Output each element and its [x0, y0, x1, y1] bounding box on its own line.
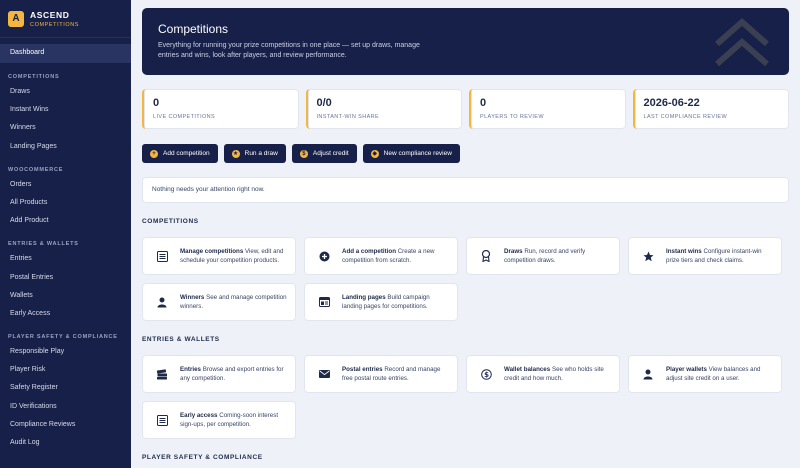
brand[interactable]: A ASCEND COMPETITIONS — [0, 0, 131, 38]
card-player-wallets[interactable]: Player wallets View balances and adjust … — [628, 355, 782, 393]
stat-value: 0/0 — [316, 97, 332, 109]
main-content: Competitions Everything for running your… — [131, 0, 800, 468]
card-title: Winners — [180, 294, 205, 301]
stat-value: 2026-06-22 — [643, 97, 700, 109]
envelope-icon — [312, 370, 336, 378]
card-winners[interactable]: Winners See and manage competition winne… — [142, 283, 296, 321]
user-icon — [150, 297, 174, 308]
sidebar-item-id-verifications[interactable]: ID Verifications — [0, 398, 131, 416]
card-landing-pages[interactable]: Landing pages Build campaign landing pag… — [304, 283, 458, 321]
sidebar: A ASCEND COMPETITIONS Dashboard COMPETIT… — [0, 0, 131, 468]
attention-notice: Nothing needs your attention right now. — [142, 177, 789, 203]
sidebar-item-dashboard[interactable]: Dashboard — [0, 44, 131, 63]
sidebar-section-woocommerce: WOOCOMMERCE — [8, 166, 64, 173]
sidebar-item-postal-entries[interactable]: Postal Entries — [0, 269, 131, 287]
brand-subtitle: COMPETITIONS — [30, 21, 80, 28]
card-draws[interactable]: Draws Run, record and verify competition… — [466, 237, 620, 275]
sidebar-item-early-access[interactable]: Early Access — [0, 305, 131, 323]
card-add-competition[interactable]: Add a competition Create a new competiti… — [304, 237, 458, 275]
sidebar-item-entries[interactable]: Entries — [0, 250, 131, 268]
add-competition-button[interactable]: + Add competition — [142, 144, 218, 163]
plus-circle-icon — [312, 251, 336, 262]
section-title-entries-wallets: ENTRIES & WALLETS — [142, 336, 220, 343]
stat-label: INSTANT-WIN SHARE — [316, 114, 380, 120]
sidebar-item-player-risk[interactable]: Player Risk — [0, 361, 131, 379]
sidebar-item-instant-wins[interactable]: Instant Wins — [0, 101, 131, 119]
hero-banner: Competitions Everything for running your… — [142, 8, 789, 75]
card-wallet-balances[interactable]: $ Wallet balances See who holds site cre… — [466, 355, 620, 393]
sidebar-item-orders[interactable]: Orders — [0, 176, 131, 194]
plus-icon: + — [150, 149, 158, 158]
sidebar-item-landing-pages[interactable]: Landing Pages — [0, 138, 131, 156]
card-title: Postal entries — [342, 366, 383, 373]
list-icon — [150, 414, 174, 426]
stat-value: 0 — [153, 97, 160, 109]
chevron-up-icon — [715, 18, 769, 67]
dollar-icon: $ — [474, 368, 498, 380]
stat-card-instant-win-share: 0/0 INSTANT-WIN SHARE — [305, 89, 462, 129]
card-instant-wins[interactable]: Instant wins Configure instant-win prize… — [628, 237, 782, 275]
stat-card-last-compliance-review: 2026-06-22 LAST COMPLIANCE REVIEW — [632, 89, 789, 129]
brand-title: ASCEND — [30, 9, 70, 20]
new-compliance-review-button[interactable]: ◆ New compliance review — [362, 144, 460, 163]
stat-card-players-to-review: 0 PLAYERS TO REVIEW — [469, 89, 626, 129]
sidebar-section-player-safety: PLAYER SAFETY & COMPLIANCE — [8, 334, 118, 341]
button-label: Adjust credit — [312, 150, 349, 157]
sidebar-item-draws[interactable]: Draws — [0, 83, 131, 101]
competitions-card-grid: Manage competitions View, edit and sched… — [142, 237, 789, 321]
entries-wallets-card-grid: Entries Browse and export entries for an… — [142, 355, 789, 439]
card-title: Draws — [504, 248, 523, 255]
card-postal-entries[interactable]: Postal entries Record and manage free po… — [304, 355, 458, 393]
button-label: New compliance review — [383, 150, 452, 157]
user-icon — [636, 369, 660, 380]
section-title-competitions: COMPETITIONS — [142, 218, 199, 225]
award-icon — [474, 250, 498, 262]
card-early-access[interactable]: Early access Coming-soon interest sign-u… — [142, 401, 296, 439]
svg-text:$: $ — [484, 371, 489, 379]
sidebar-item-compliance-reviews[interactable]: Compliance Reviews — [0, 416, 131, 434]
sidebar-item-wallets[interactable]: Wallets — [0, 287, 131, 305]
award-icon: ★ — [231, 149, 240, 158]
brand-text: ASCEND COMPETITIONS — [30, 10, 79, 28]
run-draw-button[interactable]: ★ Run a draw — [223, 144, 286, 163]
sidebar-item-winners[interactable]: Winners — [0, 119, 131, 137]
stat-card-live-competitions: 0 LIVE COMPETITIONS — [142, 89, 299, 129]
card-manage-competitions[interactable]: Manage competitions View, edit and sched… — [142, 237, 296, 275]
brand-logo: A — [8, 10, 24, 27]
sidebar-item-responsible-play[interactable]: Responsible Play — [0, 343, 131, 361]
sidebar-item-add-product[interactable]: Add Product — [0, 212, 131, 230]
card-title: Wallet balances — [504, 366, 551, 373]
stat-label: PLAYERS TO REVIEW — [480, 114, 544, 120]
card-title: Player wallets — [666, 366, 707, 373]
hero-description: Everything for running your prize compet… — [158, 42, 420, 59]
quick-actions: + Add competition ★ Run a draw $ Adjust … — [142, 144, 789, 163]
card-title: Manage competitions — [180, 248, 244, 255]
stat-label: LIVE COMPETITIONS — [153, 114, 216, 120]
tickets-icon — [150, 368, 174, 380]
sidebar-section-competitions: COMPETITIONS — [8, 74, 60, 80]
card-title: Landing pages — [342, 294, 386, 301]
dollar-icon: $ — [299, 149, 308, 158]
button-label: Add competition — [163, 150, 210, 157]
stat-label: LAST COMPLIANCE REVIEW — [643, 114, 728, 120]
card-title: Instant wins — [666, 248, 702, 255]
card-title: Add a competition — [342, 248, 396, 255]
layout-icon — [312, 297, 336, 307]
card-title: Entries — [180, 366, 201, 373]
card-title: Early access — [180, 412, 218, 419]
sidebar-item-all-products[interactable]: All Products — [0, 194, 131, 212]
section-title-player-safety: PLAYER SAFETY & COMPLIANCE — [142, 454, 263, 461]
star-icon — [636, 251, 660, 262]
sidebar-item-audit-log[interactable]: Audit Log — [0, 434, 131, 452]
adjust-credit-button[interactable]: $ Adjust credit — [291, 144, 357, 163]
tag-icon: ◆ — [370, 149, 379, 158]
page-title: Competitions — [158, 22, 229, 36]
stats-row: 0 LIVE COMPETITIONS 0/0 INSTANT-WIN SHAR… — [142, 89, 789, 129]
list-icon — [150, 250, 174, 262]
sidebar-item-safety-register[interactable]: Safety Register — [0, 379, 131, 397]
button-label: Run a draw — [244, 150, 278, 157]
card-entries[interactable]: Entries Browse and export entries for an… — [142, 355, 296, 393]
stat-value: 0 — [480, 97, 487, 109]
sidebar-section-entries-wallets: ENTRIES & WALLETS — [8, 241, 79, 248]
